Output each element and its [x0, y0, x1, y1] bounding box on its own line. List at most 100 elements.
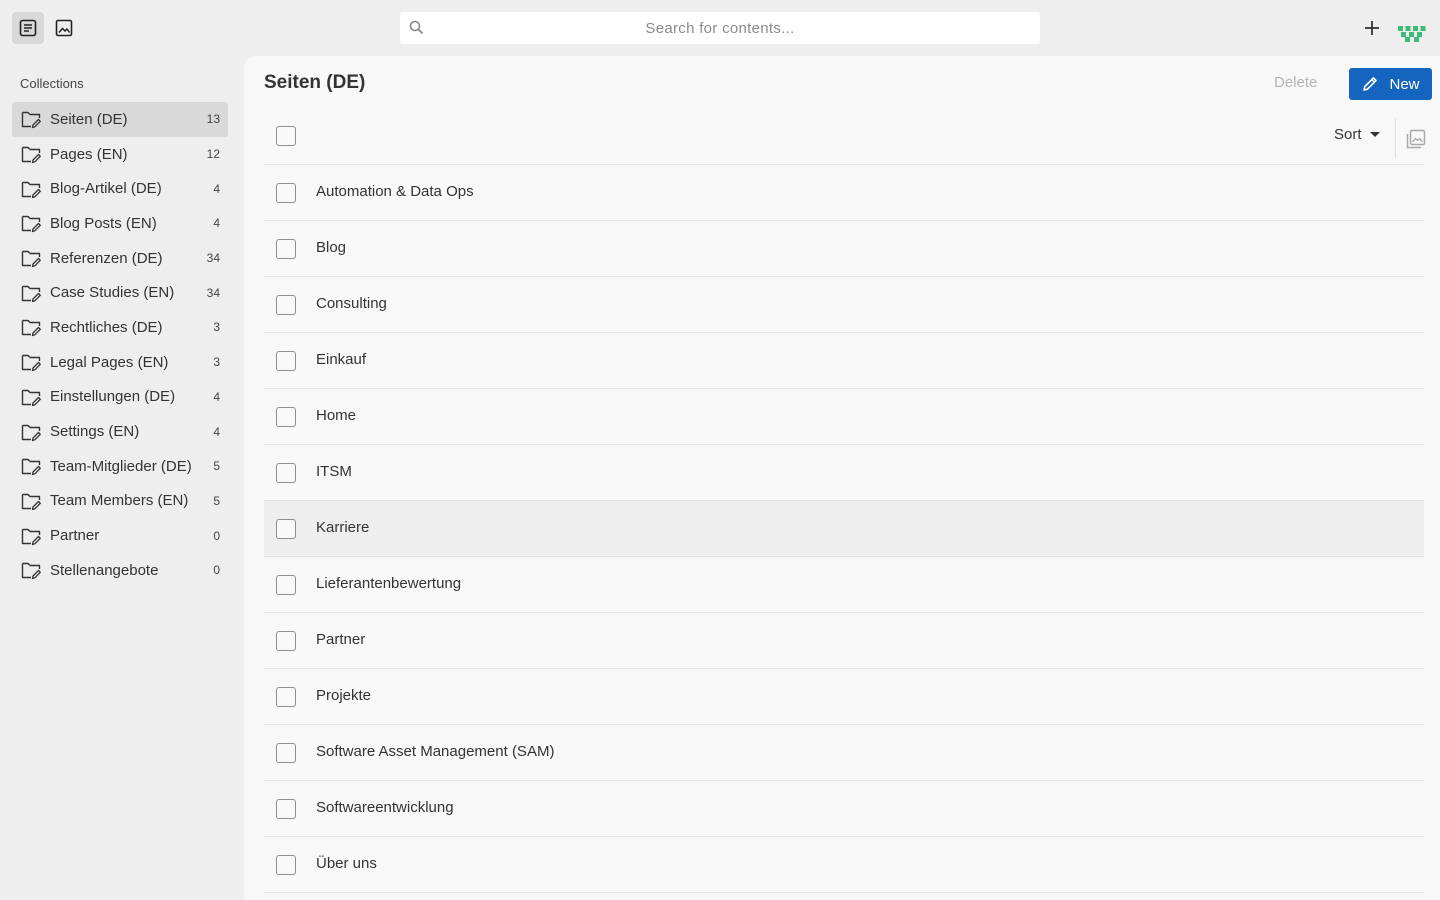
row-checkbox[interactable]: [276, 575, 296, 595]
search-icon: [409, 20, 424, 35]
row-title: Lieferantenbewertung: [316, 575, 462, 592]
folder-edit-icon: [21, 424, 41, 441]
row-title: Blog: [316, 239, 347, 256]
add-icon[interactable]: [1360, 16, 1384, 40]
row-checkbox[interactable]: [276, 799, 296, 819]
row-title: Software Asset Management (SAM): [316, 743, 555, 760]
table-row[interactable]: Softwareentwicklung: [264, 781, 1424, 837]
sidebar-item[interactable]: Seiten (DE) 13: [12, 102, 228, 137]
delete-button[interactable]: Delete: [1274, 74, 1317, 91]
folder-edit-icon: [21, 146, 41, 164]
row-checkbox[interactable]: [276, 463, 296, 483]
sidebar-item[interactable]: Partner 0: [12, 518, 228, 553]
sidebar-item-label: Pages (EN): [50, 145, 128, 163]
sidebar-item-count: 4: [213, 389, 220, 404]
sidebar-item-label: Partner: [50, 527, 100, 545]
row-checkbox[interactable]: [276, 407, 296, 427]
folder-edit-icon: [21, 112, 41, 129]
sidebar-item-count: 34: [206, 251, 220, 266]
row-checkbox[interactable]: [276, 687, 296, 707]
row-title: Home: [316, 407, 357, 424]
row-title: Projekte: [316, 687, 372, 704]
row-checkbox[interactable]: [276, 855, 296, 875]
sidebar-item-count: 3: [213, 355, 220, 370]
row-title: Softwareentwicklung: [316, 799, 454, 816]
row-title: Partner: [316, 631, 366, 648]
gallery-icon[interactable]: [1405, 128, 1427, 150]
document-list-icon: [19, 19, 37, 37]
folder-edit-icon: [21, 389, 41, 406]
select-all-checkbox[interactable]: [276, 126, 296, 146]
page-title: Seiten (DE): [264, 72, 366, 93]
sidebar-item-label: Legal Pages (EN): [50, 353, 169, 371]
table-row[interactable]: Einkauf: [264, 333, 1424, 389]
sidebar-item-count: 0: [213, 563, 220, 578]
table-row[interactable]: ITSM: [264, 445, 1424, 501]
sidebar-item[interactable]: Einstellungen (DE) 4: [12, 380, 228, 415]
sidebar-item[interactable]: Blog Posts (EN) 4: [12, 206, 228, 241]
sidebar-item[interactable]: Rechtliches (DE) 3: [12, 310, 228, 345]
sidebar-item[interactable]: Team Members (EN) 5: [12, 484, 228, 519]
folder-edit-icon: [21, 250, 41, 268]
sidebar-item-label: Referenzen (DE): [50, 249, 163, 267]
image-icon: [55, 19, 73, 37]
folder-edit-icon: [21, 181, 41, 198]
divider: [1395, 118, 1396, 158]
folder-edit-icon: [21, 528, 41, 545]
sidebar-item-count: 12: [206, 147, 220, 162]
sidebar-item[interactable]: Legal Pages (EN) 3: [12, 345, 228, 380]
sidebar-item-label: Blog-Artikel (DE): [50, 180, 162, 198]
search-input[interactable]: [400, 12, 1040, 44]
sidebar-item[interactable]: Blog-Artikel (DE) 4: [12, 171, 228, 206]
sidebar-item-label: Blog Posts (EN): [50, 214, 157, 232]
new-button[interactable]: New: [1349, 68, 1432, 100]
table-row[interactable]: Partner: [264, 613, 1424, 669]
sidebar-item-count: 13: [206, 112, 220, 127]
table-row[interactable]: Karriere: [264, 501, 1424, 557]
table-row[interactable]: Home: [264, 389, 1424, 445]
table-row[interactable]: Automation & Data Ops: [264, 165, 1424, 221]
sidebar-item-label: Team-Mitglieder (DE): [50, 457, 192, 475]
sidebar-item-label: Rechtliches (DE): [50, 318, 163, 336]
folder-edit-icon: [21, 320, 41, 337]
row-checkbox[interactable]: [276, 239, 296, 259]
table-row[interactable]: Software Asset Management (SAM): [264, 725, 1424, 781]
table-row[interactable]: Projekte: [264, 669, 1424, 725]
sidebar-title: Collections: [20, 76, 84, 91]
row-checkbox[interactable]: [276, 183, 296, 203]
media-view-button[interactable]: [48, 12, 80, 44]
row-title: Consulting: [316, 295, 387, 312]
sidebar-item[interactable]: Stellenangebote 0: [12, 553, 228, 588]
folder-edit-icon: [21, 563, 41, 580]
sort-button[interactable]: Sort: [1334, 126, 1380, 143]
row-title: Über uns: [316, 855, 377, 872]
top-bar: [0, 0, 1440, 56]
row-checkbox[interactable]: [276, 519, 296, 539]
row-checkbox[interactable]: [276, 743, 296, 763]
collections-sidebar: Collections Seiten (DE) 13 Pages (EN) 12 Blo…: [0, 56, 244, 900]
row-checkbox[interactable]: [276, 631, 296, 651]
table-row[interactable]: Über uns: [264, 837, 1424, 893]
row-checkbox[interactable]: [276, 351, 296, 371]
sidebar-item[interactable]: Pages (EN) 12: [12, 137, 228, 172]
sidebar-item[interactable]: Case Studies (EN) 34: [12, 275, 228, 310]
entries-view-button[interactable]: [12, 12, 44, 44]
sidebar-item-label: Seiten (DE): [50, 110, 128, 128]
main-panel: Seiten (DE) Delete New Sort Automation &…: [244, 56, 1440, 900]
sidebar-item[interactable]: Referenzen (DE) 34: [12, 241, 228, 276]
sidebar-item-count: 5: [213, 459, 220, 474]
sidebar-item[interactable]: Team-Mitglieder (DE) 5: [12, 449, 228, 484]
table-row[interactable]: Consulting: [264, 277, 1424, 333]
sidebar-item-label: Stellenangebote: [50, 561, 159, 579]
folder-edit-icon: [21, 216, 41, 233]
sidebar-item-count: 4: [213, 216, 220, 231]
list-toolbar: Sort: [264, 108, 1427, 165]
row-checkbox[interactable]: [276, 295, 296, 315]
app-logo-icon[interactable]: [1398, 24, 1426, 42]
sidebar-item-label: Case Studies (EN): [50, 284, 175, 302]
table-row[interactable]: Lieferantenbewertung: [264, 557, 1424, 613]
sidebar-item-count: 0: [213, 528, 220, 543]
sidebar-item[interactable]: Settings (EN) 4: [12, 414, 228, 449]
table-row[interactable]: Blog: [264, 221, 1424, 277]
sidebar-item-label: Team Members (EN): [50, 492, 189, 510]
